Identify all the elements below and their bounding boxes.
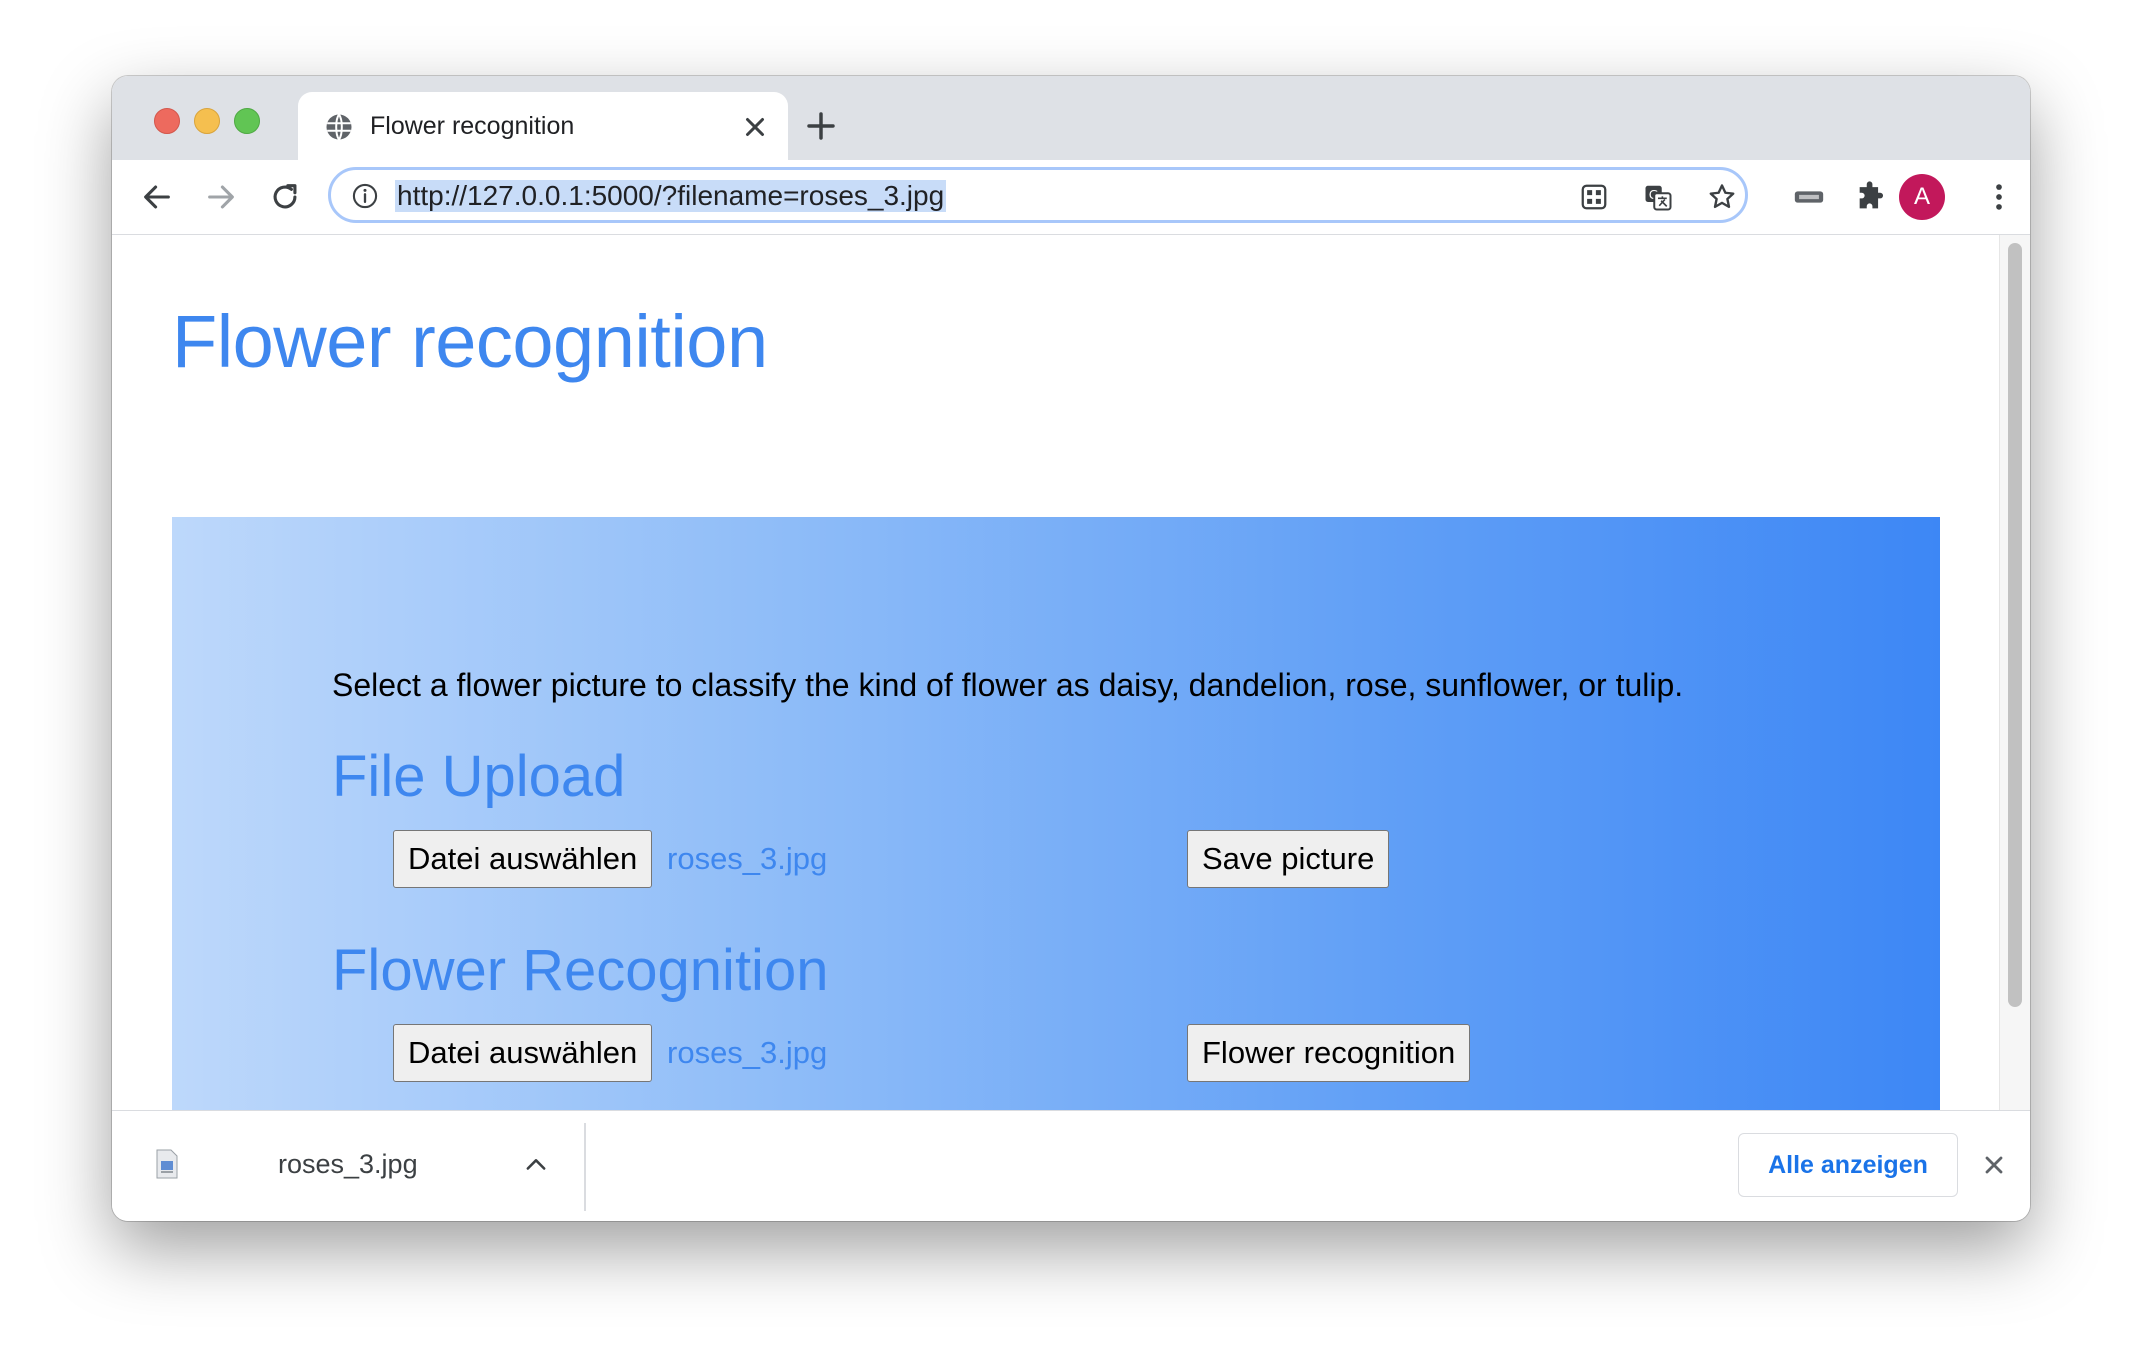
new-tab-icon[interactable]: [805, 110, 837, 142]
toolbar: http://127.0.0.1:5000/?filename=roses_3.…: [112, 160, 2030, 235]
download-bar: roses_3.jpg Alle anzeigen: [112, 1110, 2030, 1221]
globe-icon: [326, 113, 352, 141]
scrollbar-track[interactable]: [1999, 235, 2030, 1112]
tab-title: Flower recognition: [370, 112, 575, 140]
recognition-file-name: roses_3.jpg: [667, 1035, 828, 1070]
reload-icon[interactable]: [268, 180, 302, 214]
tab-strip: Flower recognition: [112, 76, 2030, 160]
page-viewport[interactable]: Flower recognition Select a flower pictu…: [112, 235, 2030, 1112]
gradient-panel: Select a flower picture to classify the …: [172, 517, 1940, 1112]
upload-choose-file-button[interactable]: Datei auswählen: [393, 830, 653, 888]
tab-close-icon[interactable]: [740, 112, 770, 142]
flower-recognition-button[interactable]: Flower recognition: [1187, 1024, 1471, 1082]
scrollbar-thumb[interactable]: [2008, 243, 2022, 1007]
kebab-menu-icon[interactable]: [1982, 180, 2016, 214]
window-maximize-button[interactable]: [234, 108, 260, 134]
address-url[interactable]: http://127.0.0.1:5000/?filename=roses_3.…: [395, 180, 947, 212]
star-icon[interactable]: [1707, 182, 1737, 212]
back-arrow-icon[interactable]: [140, 180, 174, 214]
recognition-choose-file-button[interactable]: Datei auswählen: [393, 1024, 653, 1082]
browser-window: Flower recognition http://127.0.0.1:5000…: [112, 76, 2030, 1221]
save-picture-button[interactable]: Save picture: [1187, 830, 1390, 888]
file-upload-heading: File Upload: [332, 744, 626, 809]
tab-flower-recognition[interactable]: Flower recognition: [298, 92, 788, 160]
window-minimize-button[interactable]: [194, 108, 220, 134]
translate-icon[interactable]: G: [1643, 182, 1673, 212]
show-all-downloads-button[interactable]: Alle anzeigen: [1738, 1133, 1958, 1197]
info-icon[interactable]: [351, 182, 379, 210]
download-file-name[interactable]: roses_3.jpg: [278, 1149, 418, 1180]
address-bar[interactable]: http://127.0.0.1:5000/?filename=roses_3.…: [328, 167, 1748, 223]
chevron-up-icon[interactable]: [522, 1151, 550, 1179]
qr-code-icon[interactable]: [1579, 182, 1609, 212]
page-title: Flower recognition: [172, 300, 768, 383]
window-close-button[interactable]: [154, 108, 180, 134]
media-router-icon[interactable]: [1792, 180, 1826, 214]
profile-avatar[interactable]: A: [1899, 174, 1945, 220]
extensions-puzzle-icon[interactable]: [1854, 180, 1888, 214]
download-divider: [584, 1123, 586, 1211]
flower-recognition-heading: Flower Recognition: [332, 938, 829, 1003]
forward-arrow-icon[interactable]: [204, 180, 238, 214]
intro-text: Select a flower picture to classify the …: [332, 667, 1684, 703]
image-file-icon: [156, 1149, 178, 1179]
close-icon[interactable]: [1980, 1151, 2008, 1179]
upload-file-name: roses_3.jpg: [667, 841, 828, 876]
